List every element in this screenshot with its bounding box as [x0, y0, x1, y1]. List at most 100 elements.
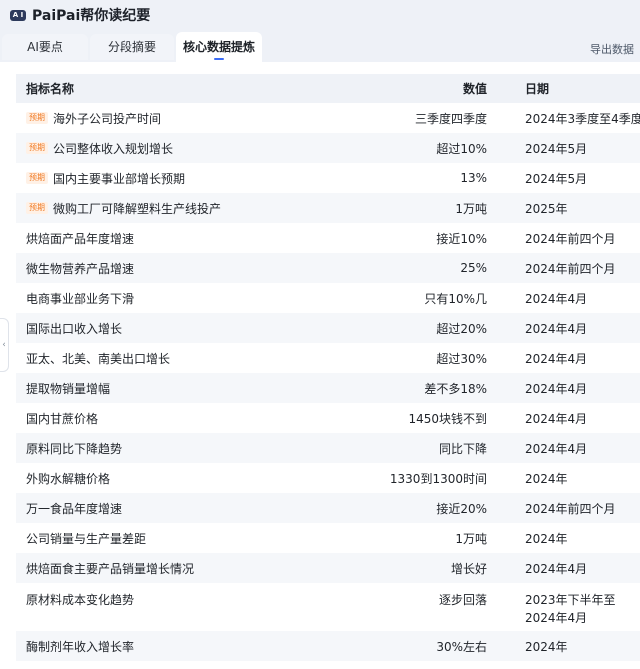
header-name: 指标名称	[26, 82, 75, 96]
indicator-name: 烘焙面产品年度增速	[26, 231, 135, 246]
row-value-cell: 13%	[460, 171, 487, 185]
row-date-cell: 2024年4月	[525, 561, 588, 576]
table-row: 预期 微购工厂可降解塑料生产线投产 1万吨 2025年	[16, 193, 640, 223]
row-date-cell: 2024年4月	[525, 441, 588, 456]
row-value-cell: 超过20%	[436, 321, 487, 336]
indicator-name: 原料同比下降趋势	[26, 441, 123, 456]
table-row: 微生物营养产品增速 25% 2024年前四个月	[16, 253, 640, 283]
row-name-cell: 预期 海外子公司投产时间	[26, 103, 161, 133]
tab-core-data[interactable]: 核心数据提炼	[176, 32, 262, 62]
row-name-cell: 国际出口收入增长	[26, 313, 122, 343]
indicator-name: 提取物销量增幅	[26, 381, 111, 396]
row-name-cell: 公司销量与生产量差距	[26, 523, 146, 553]
tab-ai-points[interactable]: AI要点	[2, 34, 88, 60]
indicator-name: 酶制剂年收入增长率	[26, 639, 135, 654]
row-name-cell: 烘焙面产品年度增速	[26, 223, 134, 253]
row-date-cell: 2024年前四个月	[525, 261, 616, 276]
row-name-cell: 微生物营养产品增速	[26, 253, 134, 283]
table-row: 酶制剂年收入增长率 30%左右 2024年	[16, 631, 640, 661]
app-header: A I PaiPai帮你读纪要	[0, 0, 640, 30]
table-row: 预期 海外子公司投产时间 三季度四季度 2024年3季度至4季度	[16, 103, 640, 133]
indicator-name: 万一食品年度增速	[26, 501, 123, 516]
row-date-cell: 2024年前四个月	[525, 501, 616, 516]
indicator-name: 烘焙面食主要产品销量增长情况	[26, 561, 195, 576]
row-value-cell: 1万吨	[455, 201, 487, 216]
header-date: 日期	[525, 82, 550, 96]
table-header-row: 指标名称 数值 日期	[16, 74, 640, 103]
row-name-cell: 预期 国内主要事业部增长预期	[26, 163, 185, 193]
row-name-cell: 酶制剂年收入增长率	[26, 631, 134, 661]
table-row: 亚太、北美、南美出口增长 超过30% 2024年4月	[16, 343, 640, 373]
indicator-name: 国际出口收入增长	[26, 321, 123, 336]
indicator-name: 微生物营养产品增速	[26, 261, 135, 276]
row-value-cell: 1450块钱不到	[408, 411, 487, 426]
row-date-cell: 2024年4月	[525, 351, 588, 366]
table-row: 烘焙面食主要产品销量增长情况 增长好 2024年4月	[16, 553, 640, 583]
row-value-cell: 25%	[460, 261, 487, 275]
expected-badge: 预期	[26, 112, 48, 124]
export-data-button[interactable]: 导出数据	[590, 41, 634, 57]
table-row: 国际出口收入增长 超过20% 2024年4月	[16, 313, 640, 343]
row-name-cell: 亚太、北美、南美出口增长	[26, 343, 170, 373]
row-name-cell: 原材料成本变化趋势	[26, 583, 134, 608]
row-date-cell: 2024年4月	[525, 411, 588, 426]
table-row: 电商事业部业务下滑 只有10%几 2024年4月	[16, 283, 640, 313]
table-row: 万一食品年度增速 接近20% 2024年前四个月	[16, 493, 640, 523]
row-value-cell: 1万吨	[455, 531, 487, 546]
row-name-cell: 外购水解糖价格	[26, 463, 110, 493]
table-row: 烘焙面产品年度增速 接近10% 2024年前四个月	[16, 223, 640, 253]
table-row: 外购水解糖价格 1330到1300时间 2024年	[16, 463, 640, 493]
row-date-cell: 2024年3季度至4季度	[525, 111, 640, 126]
row-date-cell: 2024年	[525, 471, 568, 486]
indicator-name: 国内甘蔗价格	[26, 411, 99, 426]
row-date-cell: 2024年4月	[525, 291, 588, 306]
indicator-name: 亚太、北美、南美出口增长	[26, 351, 171, 366]
row-date-cell: 2024年5月	[525, 141, 588, 156]
active-tab-indicator	[214, 58, 224, 60]
row-date-cell: 2024年4月	[525, 321, 588, 336]
row-value-cell: 同比下降	[438, 441, 487, 456]
expected-badge: 预期	[26, 172, 48, 184]
tab-core-data-label: 核心数据提炼	[182, 40, 255, 54]
data-table: 指标名称 数值 日期 预期 海外子公司投产时间 三季度四季度 2024年3季度至4季度…	[16, 74, 640, 661]
indicator-name: 公司销量与生产量差距	[26, 531, 147, 546]
table-row: 预期 公司整体收入规划增长 超过10% 2024年5月	[16, 133, 640, 163]
row-name-cell: 国内甘蔗价格	[26, 403, 98, 433]
indicator-name: 国内主要事业部增长预期	[53, 171, 186, 186]
row-date-cell: 2024年5月	[525, 171, 588, 186]
data-panel: 指标名称 数值 日期 预期 海外子公司投产时间 三季度四季度 2024年3季度至4季度…	[0, 62, 640, 669]
collapse-handle-icon[interactable]: ‹	[0, 318, 9, 372]
indicator-name: 微购工厂可降解塑料生产线投产	[53, 201, 222, 216]
row-name-cell: 原料同比下降趋势	[26, 433, 122, 463]
table-row: 国内甘蔗价格 1450块钱不到 2024年4月	[16, 403, 640, 433]
table-row: 原材料成本变化趋势 逐步回落 2023年下半年至2024年4月	[16, 583, 640, 631]
row-value-cell: 接近20%	[436, 501, 487, 516]
row-value-cell: 超过10%	[436, 141, 487, 156]
row-value-cell: 1330到1300时间	[389, 471, 487, 486]
ai-logo-icon: A I	[10, 9, 26, 21]
row-value-cell: 30%左右	[436, 639, 487, 654]
table-row: 提取物销量增幅 差不多18% 2024年4月	[16, 373, 640, 403]
row-name-cell: 预期 公司整体收入规划增长	[26, 133, 173, 163]
row-value-cell: 逐步回落	[438, 593, 487, 607]
row-name-cell: 万一食品年度增速	[26, 493, 122, 523]
expected-badge: 预期	[26, 142, 48, 154]
row-value-cell: 增长好	[450, 561, 487, 576]
indicator-name: 原材料成本变化趋势	[26, 593, 135, 607]
row-date-cell: 2023年下半年至2024年4月	[525, 593, 616, 625]
row-value-cell: 接近10%	[436, 231, 487, 246]
app-title: PaiPai帮你读纪要	[32, 8, 151, 24]
indicator-name: 海外子公司投产时间	[53, 111, 162, 126]
row-date-cell: 2024年	[525, 531, 568, 546]
tab-segment-summary[interactable]: 分段摘要	[90, 34, 174, 60]
row-date-cell: 2024年	[525, 639, 568, 654]
row-name-cell: 电商事业部业务下滑	[26, 283, 134, 313]
table-row: 预期 国内主要事业部增长预期 13% 2024年5月	[16, 163, 640, 193]
row-name-cell: 预期 微购工厂可降解塑料生产线投产	[26, 193, 221, 223]
row-value-cell: 差不多18%	[424, 381, 487, 396]
indicator-name: 公司整体收入规划增长	[53, 141, 174, 156]
row-value-cell: 只有10%几	[424, 291, 487, 306]
row-value-cell: 超过30%	[436, 351, 487, 366]
tab-bar: AI要点 分段摘要 核心数据提炼	[0, 32, 640, 62]
expected-badge: 预期	[26, 202, 48, 214]
